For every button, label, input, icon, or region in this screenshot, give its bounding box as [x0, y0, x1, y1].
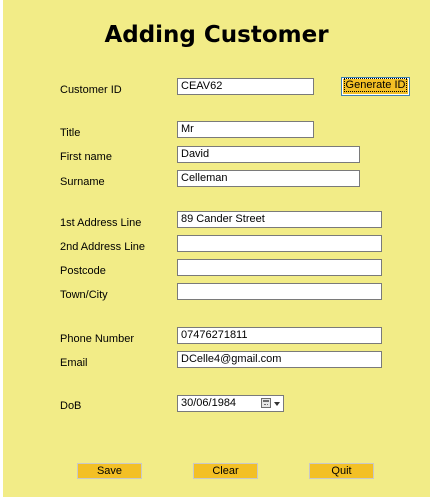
address-line-1-label: 1st Address Line [60, 217, 142, 229]
generate-id-button[interactable]: Generate ID [341, 77, 410, 96]
calendar-icon[interactable] [261, 398, 271, 408]
form-title: Adding Customer [104, 22, 329, 48]
address-line-2-field[interactable] [177, 235, 382, 252]
town-city-label: Town/City [60, 289, 108, 301]
postcode-field[interactable] [177, 259, 382, 276]
town-city-field[interactable] [177, 283, 382, 300]
dob-label: DoB [60, 400, 82, 412]
address-line-2-label: 2nd Address Line [60, 241, 146, 253]
email-label: Email [60, 357, 88, 369]
customer-id-field[interactable]: CEAV62 [177, 78, 314, 95]
clear-button[interactable]: Clear [193, 463, 258, 479]
email-field[interactable]: DCelle4@gmail.com [177, 351, 382, 368]
title-label: Title [60, 127, 81, 139]
quit-button[interactable]: Quit [309, 463, 374, 479]
first-name-field[interactable]: David [177, 146, 360, 163]
generate-id-label: Generate ID [343, 78, 408, 92]
phone-number-field[interactable]: 07476271811 [177, 327, 382, 344]
address-line-1-field[interactable]: 89 Cander Street [177, 211, 382, 228]
first-name-label: First name [60, 151, 112, 163]
postcode-label: Postcode [60, 265, 106, 277]
chevron-down-icon[interactable] [274, 402, 280, 406]
save-button[interactable]: Save [77, 463, 142, 479]
phone-number-label: Phone Number [60, 333, 134, 345]
customer-id-label: Customer ID [60, 84, 122, 96]
surname-label: Surname [60, 176, 105, 188]
dob-date-picker[interactable]: 30/06/1984 [177, 395, 284, 412]
title-field[interactable]: Mr [177, 121, 314, 138]
dob-value: 30/06/1984 [181, 397, 237, 409]
adding-customer-form: Adding Customer Customer ID CEAV62 Gener… [3, 0, 430, 497]
surname-field[interactable]: Celleman [177, 170, 360, 187]
